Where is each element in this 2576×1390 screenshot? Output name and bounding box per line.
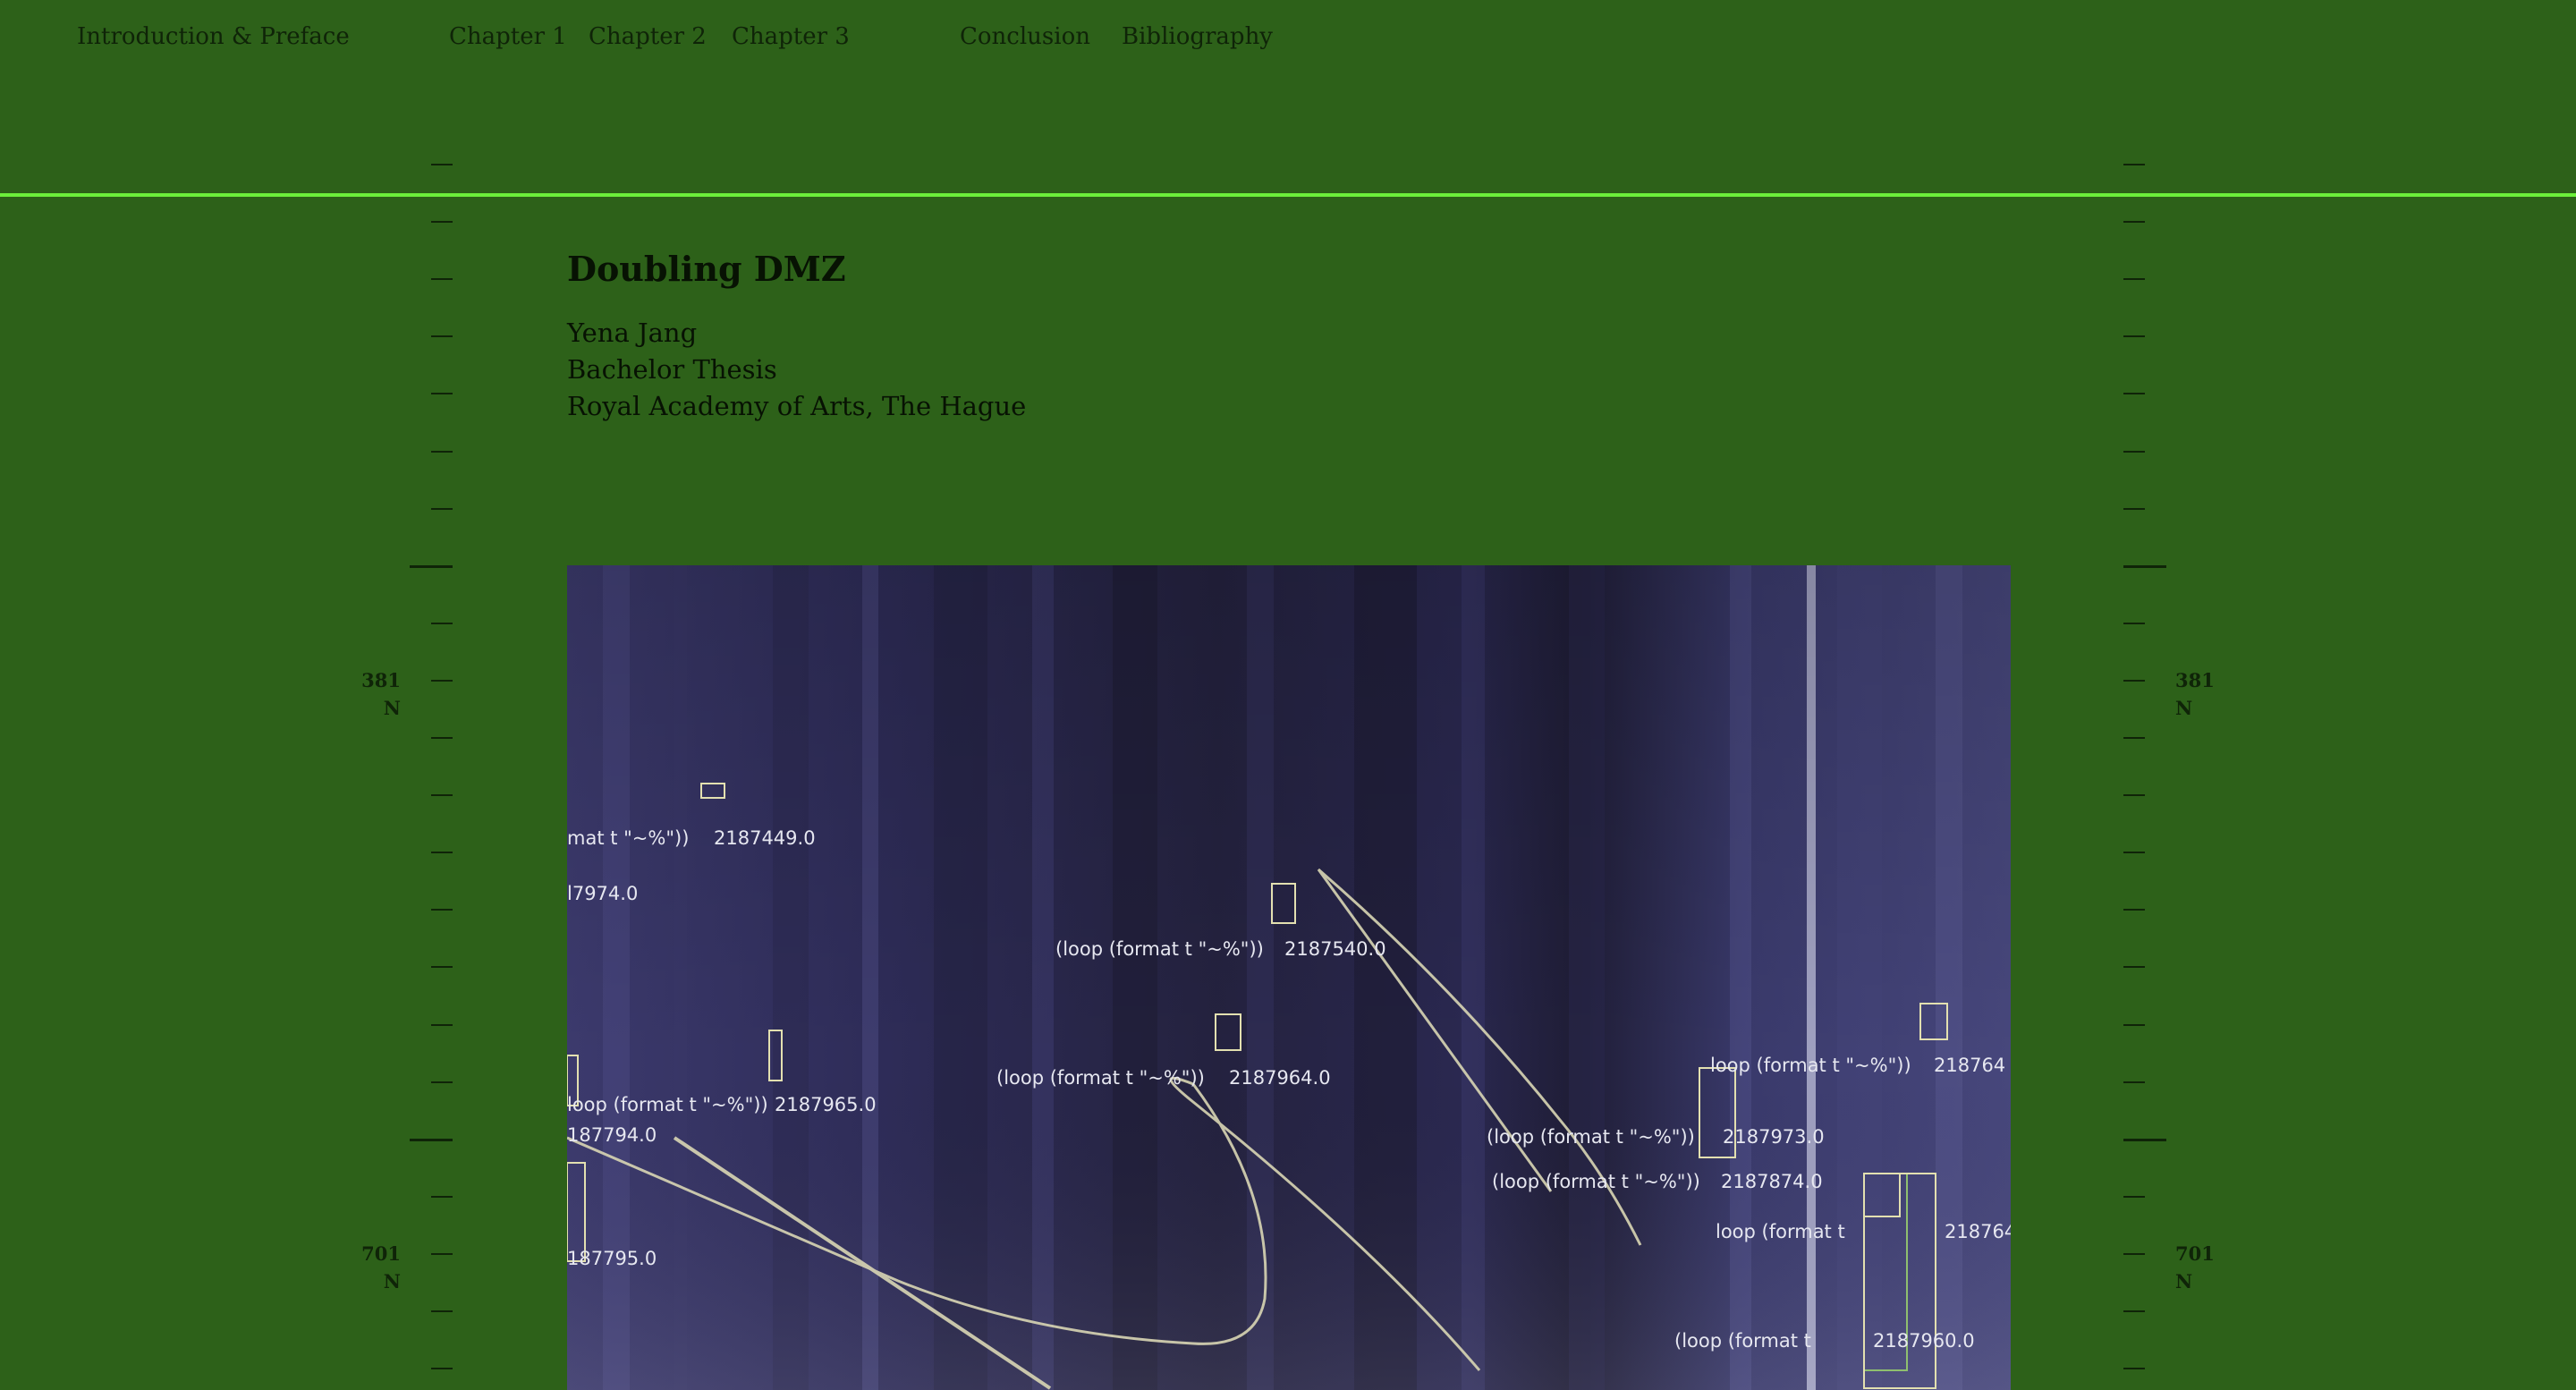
ruler-tick bbox=[2123, 852, 2145, 853]
ruler-tick bbox=[2123, 1196, 2145, 1198]
ruler-tick bbox=[2123, 737, 2145, 739]
ruler-tick bbox=[431, 335, 453, 337]
ruler-tick bbox=[431, 909, 453, 911]
author-name: Yena Jang bbox=[567, 318, 698, 348]
ruler-mark-701-unit: N bbox=[383, 1270, 401, 1293]
ruler-tick bbox=[431, 508, 453, 510]
ruler-tick bbox=[2123, 221, 2145, 223]
institution-name: Royal Academy of Arts, The Hague bbox=[567, 391, 1027, 421]
ruler-tick bbox=[431, 680, 453, 682]
ruler-tick bbox=[431, 966, 453, 968]
ruler-major-tick bbox=[410, 565, 453, 568]
ruler-mark-381-unit: N bbox=[383, 697, 401, 719]
ruler-tick bbox=[2123, 278, 2145, 280]
annotation-label: 218764 bbox=[1945, 1221, 2011, 1242]
ruler-tick bbox=[431, 393, 453, 394]
ruler-tick bbox=[431, 1253, 453, 1255]
annotation-label: (loop (format t "~%")) bbox=[1487, 1126, 1695, 1148]
ruler-tick bbox=[2123, 335, 2145, 337]
ruler-major-tick bbox=[410, 1139, 453, 1141]
nav-item-conclusion[interactable]: Conclusion bbox=[960, 23, 1090, 50]
ruler-mark-381-value: 381 bbox=[2175, 669, 2215, 691]
ruler-tick bbox=[2123, 623, 2145, 624]
ruler-tick bbox=[2123, 1253, 2145, 1255]
annotation-label: 2187874.0 bbox=[1721, 1171, 1823, 1192]
ruler-mark-701-unit: N bbox=[2175, 1270, 2193, 1293]
annotation-label: 187794.0 bbox=[567, 1124, 657, 1146]
annotation-label: 187795.0 bbox=[567, 1248, 657, 1269]
annotation-label: (loop (format t "~%")) bbox=[1055, 938, 1264, 960]
ruler-tick bbox=[2123, 451, 2145, 453]
ruler-tick bbox=[2123, 794, 2145, 796]
thesis-meta: Yena Jang Bachelor Thesis Royal Academy … bbox=[567, 315, 1026, 425]
annotation-label: l7974.0 bbox=[567, 883, 638, 904]
annotation-label: 2187960.0 bbox=[1873, 1330, 1975, 1352]
ruler-tick bbox=[2123, 164, 2145, 165]
annotation-label: loop (format t "~%")) bbox=[1710, 1055, 1911, 1076]
annotation-label: 2187965.0 bbox=[775, 1094, 877, 1115]
left-ruler-scale: 381 N 701 N bbox=[304, 0, 572, 1390]
annotation-label: (loop (format t "~%")) bbox=[1492, 1171, 1700, 1192]
ruler-tick bbox=[431, 451, 453, 453]
video-still: mat t "~%")) 2187449.0 l7974.0 (loop (fo… bbox=[567, 565, 2011, 1390]
ruler-mark-381-unit: N bbox=[2175, 697, 2193, 719]
ruler-tick bbox=[431, 737, 453, 739]
ruler-tick bbox=[431, 852, 453, 853]
ruler-mark-701-value: 701 bbox=[2175, 1242, 2215, 1265]
ruler-tick bbox=[431, 1024, 453, 1026]
degree-label: Bachelor Thesis bbox=[567, 354, 777, 385]
ruler-major-tick bbox=[2123, 565, 2166, 568]
page-title: Doubling DMZ bbox=[567, 249, 846, 289]
ruler-tick bbox=[2123, 1310, 2145, 1312]
right-ruler-scale: 381 N 701 N bbox=[2093, 0, 2361, 1390]
ruler-mark-701-value: 701 bbox=[361, 1242, 401, 1265]
annotation-label: 2187973.0 bbox=[1723, 1126, 1825, 1148]
ruler-tick bbox=[431, 1310, 453, 1312]
annotation-label: loop (format t "~%")) bbox=[567, 1094, 768, 1115]
ruler-tick bbox=[2123, 393, 2145, 394]
nav-item-bibliography[interactable]: Bibliography bbox=[1122, 23, 1273, 50]
ruler-major-tick bbox=[2123, 1139, 2166, 1141]
annotation-label: mat t "~%")) bbox=[567, 827, 689, 849]
ruler-tick bbox=[431, 164, 453, 165]
annotation-label: loop (format t bbox=[1716, 1221, 1845, 1242]
ruler-tick bbox=[2123, 1368, 2145, 1369]
ruler-tick bbox=[2123, 680, 2145, 682]
ruler-tick bbox=[431, 221, 453, 223]
video-still-graphic: mat t "~%")) 2187449.0 l7974.0 (loop (fo… bbox=[567, 565, 2011, 1390]
ruler-tick bbox=[2123, 966, 2145, 968]
ruler-tick bbox=[2123, 1081, 2145, 1083]
annotation-label: (loop (format t bbox=[1674, 1330, 1811, 1352]
ruler-tick bbox=[431, 1368, 453, 1369]
ruler-mark-381-value: 381 bbox=[361, 669, 401, 691]
ruler-tick bbox=[2123, 1024, 2145, 1026]
annotation-label: 2187449.0 bbox=[714, 827, 816, 849]
annotation-label: 2187540.0 bbox=[1284, 938, 1386, 960]
nav-item-chapter-2[interactable]: Chapter 2 bbox=[589, 23, 707, 50]
ruler-tick bbox=[2123, 508, 2145, 510]
ruler-tick bbox=[431, 1196, 453, 1198]
ruler-tick bbox=[431, 1081, 453, 1083]
ruler-tick bbox=[431, 278, 453, 280]
annotation-label: 2187964.0 bbox=[1229, 1067, 1331, 1089]
annotation-label: (loop (format t "~%")) bbox=[996, 1067, 1205, 1089]
ruler-tick bbox=[431, 794, 453, 796]
nav-item-chapter-3[interactable]: Chapter 3 bbox=[732, 23, 850, 50]
ruler-tick bbox=[431, 623, 453, 624]
annotation-label: 218764 bbox=[1934, 1055, 2005, 1076]
ruler-tick bbox=[2123, 909, 2145, 911]
